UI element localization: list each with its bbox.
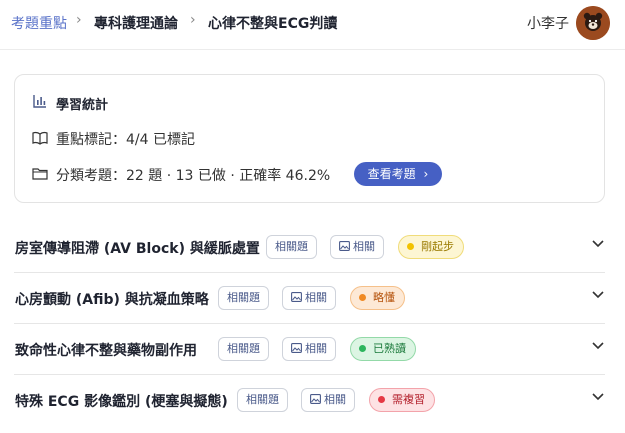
status-dot-icon — [359, 293, 366, 301]
bookmark-stat: 重點標記：4/4 已標記 — [56, 132, 195, 148]
chevron-down-icon[interactable] — [592, 291, 604, 299]
status-dot-icon — [359, 344, 366, 352]
topic-title[interactable]: 房室傳導阻滯 (AV Block) 與緩脈處置 — [15, 238, 260, 258]
chevron-down-icon[interactable] — [592, 342, 604, 350]
status-dot-icon — [407, 242, 414, 250]
image-icon — [291, 292, 302, 302]
book-icon — [32, 131, 48, 145]
related-questions-label: 相關題 — [246, 393, 279, 406]
topic-title[interactable]: 特殊 ECG 影像鑑別 (梗塞與擬態) — [15, 391, 228, 411]
user-name[interactable]: 小李子 — [527, 13, 569, 33]
practice-stat: 分類考題：22 題 · 13 已做 · 正確率 46.2% — [56, 168, 331, 184]
related-images-label: 相關 — [305, 342, 327, 355]
breadcrumb-separator-icon: › — [76, 12, 82, 28]
related-questions-chip[interactable]: 相關題 — [237, 388, 288, 412]
topic-title[interactable]: 致命性心律不整與藥物副作用 — [15, 340, 197, 360]
chevron-down-icon[interactable] — [592, 240, 604, 248]
avatar[interactable] — [576, 6, 610, 40]
bar-chart-icon — [33, 95, 46, 108]
related-images-label: 相關 — [353, 240, 375, 253]
breadcrumb-course[interactable]: 專科護理通論 — [94, 13, 178, 33]
related-questions-chip[interactable]: 相關題 — [218, 286, 269, 310]
status-label: 已熟讀 — [373, 342, 406, 355]
topic-title[interactable]: 心房顫動 (Afib) 與抗凝血策略 — [15, 289, 209, 309]
related-questions-label: 相關題 — [227, 291, 260, 304]
related-images-label: 相關 — [305, 291, 327, 304]
view-questions-button[interactable]: 查看考題 › — [354, 162, 442, 186]
related-images-chip[interactable]: 相關 — [282, 286, 336, 310]
status-badge: 剛起步 — [398, 235, 464, 259]
status-badge: 略懂 — [350, 286, 405, 310]
stats-title: 學習統計 — [56, 98, 109, 113]
related-images-label: 相關 — [324, 393, 346, 406]
status-dot-icon — [378, 395, 385, 403]
folder-icon — [32, 168, 48, 180]
related-questions-label: 相關題 — [275, 240, 308, 253]
image-icon — [291, 343, 302, 353]
bear-avatar-icon — [576, 6, 610, 40]
breadcrumb-home[interactable]: 考題重點 — [11, 13, 67, 33]
breadcrumb-separator-icon: › — [190, 12, 196, 28]
status-badge: 已熟讀 — [350, 337, 416, 361]
related-images-chip[interactable]: 相關 — [282, 337, 336, 361]
related-images-chip[interactable]: 相關 — [301, 388, 355, 412]
image-icon — [310, 394, 321, 404]
related-images-chip[interactable]: 相關 — [330, 235, 384, 259]
status-label: 剛起步 — [421, 240, 454, 253]
chevron-down-icon[interactable] — [592, 393, 604, 401]
image-icon — [339, 241, 350, 251]
chevron-right-icon: › — [423, 167, 429, 181]
status-badge: 需複習 — [369, 388, 435, 412]
top-bar: 考題重點 › 專科護理通論 › 心律不整與ECG判讀 小李子 — [0, 0, 625, 50]
related-questions-label: 相關題 — [227, 342, 260, 355]
status-label: 需複習 — [392, 393, 425, 406]
related-questions-chip[interactable]: 相關題 — [218, 337, 269, 361]
status-label: 略懂 — [373, 291, 395, 304]
view-questions-label: 查看考題 — [367, 167, 416, 181]
breadcrumb-current: 心律不整與ECG判讀 — [208, 16, 338, 32]
related-questions-chip[interactable]: 相關題 — [266, 235, 317, 259]
